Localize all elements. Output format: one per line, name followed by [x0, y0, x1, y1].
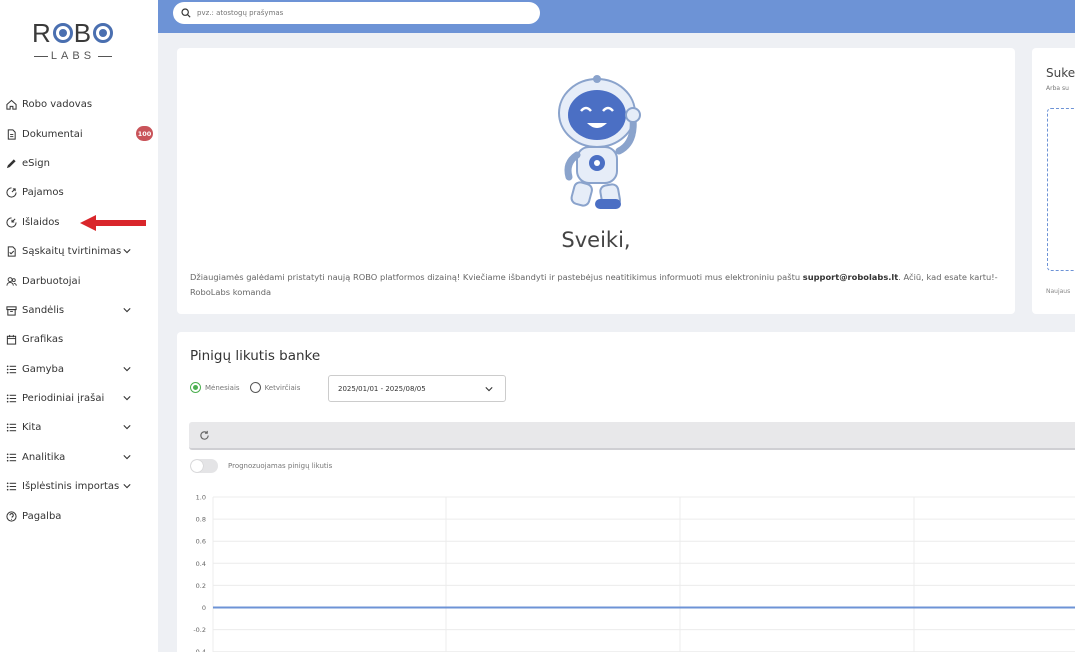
- chevron-down-icon[interactable]: [122, 305, 132, 315]
- sidebar-item-sandėlis[interactable]: Sandėlis: [0, 296, 158, 325]
- list-icon: [5, 451, 17, 463]
- sidebar-item-grafikas[interactable]: Grafikas: [0, 325, 158, 354]
- robot-mascot-illustration: [558, 75, 641, 209]
- sidebar-item-label: Gamyba: [22, 363, 65, 375]
- sidebar-item-periodiniai-įrašai[interactable]: Periodiniai įrašai: [0, 384, 158, 413]
- chevron-down-icon[interactable]: [122, 393, 132, 403]
- top-bar: [158, 0, 1075, 33]
- document-icon: [5, 128, 17, 140]
- y-tick-label: 1.0: [196, 494, 206, 502]
- sidebar-item-label: Sąskaitų tvirtinimas: [22, 246, 122, 258]
- robolabs-logo[interactable]: RB LABS: [28, 18, 118, 66]
- sidebar-item-esign[interactable]: eSign: [0, 149, 158, 178]
- date-range-value: 2025/01/01 - 2025/08/05: [338, 384, 426, 393]
- upload-dropzone[interactable]: [1047, 108, 1075, 271]
- income-icon: [5, 187, 17, 199]
- home-icon: [5, 99, 17, 111]
- sidebar-item-analitika[interactable]: Analitika: [0, 443, 158, 472]
- sidebar-item-gamyba[interactable]: Gamyba: [0, 355, 158, 384]
- refresh-icon[interactable]: [199, 430, 210, 441]
- upload-card: Suke Arba su Naujaus: [1032, 48, 1075, 314]
- sidebar-item-label: Darbuotojai: [22, 275, 81, 287]
- sidebar-item-label: Periodiniai įrašai: [22, 393, 105, 405]
- red-arrow-annotation: [80, 215, 146, 231]
- warehouse-icon: [5, 304, 17, 316]
- sidebar-item-label: Analitika: [22, 451, 66, 463]
- list-icon: [5, 422, 17, 434]
- expense-icon: [5, 216, 17, 228]
- calendar-icon: [5, 334, 17, 346]
- chevron-down-icon[interactable]: [122, 481, 132, 491]
- sidebar-item-label: Dokumentai: [22, 128, 83, 140]
- pen-icon: [5, 157, 17, 169]
- sidebar-item-label: eSign: [22, 157, 50, 169]
- forecast-toggle[interactable]: [190, 459, 218, 473]
- notification-badge: 100: [136, 126, 153, 142]
- sidebar-item-label: Kita: [22, 422, 42, 434]
- search-input[interactable]: [197, 9, 497, 17]
- sidebar-item-label: Išlaidos: [22, 216, 60, 228]
- sidebar-item-išplėstinis-importas[interactable]: Išplėstinis importas: [0, 472, 158, 501]
- y-tick-label: -0.4: [193, 648, 206, 652]
- sidebar-item-label: Sandėlis: [22, 304, 65, 316]
- y-tick-label: 0.8: [196, 516, 206, 524]
- welcome-text: Džiaugiamės galėdami pristatyti naują RO…: [190, 272, 998, 297]
- upload-card-subtitle: Arba su: [1046, 85, 1069, 92]
- y-tick-label: 0.2: [196, 582, 206, 590]
- sidebar-item-label: Išplėstinis importas: [22, 481, 120, 493]
- search-icon: [181, 8, 191, 18]
- radio-monthly[interactable]: Mėnesiais: [190, 382, 240, 393]
- list-icon: [5, 393, 17, 405]
- sidebar-item-kita[interactable]: Kita: [0, 413, 158, 442]
- welcome-title: Sveiki,: [561, 228, 631, 252]
- chevron-down-icon[interactable]: [122, 452, 132, 462]
- logo-sub: LABS: [50, 50, 96, 62]
- radio-quarterly[interactable]: Ketvirčiais: [249, 382, 300, 393]
- chevron-down-icon: [485, 387, 493, 392]
- forecast-toggle-row: Prognozuojamas pinigų likutis: [190, 459, 332, 473]
- sidebar-item-pajamos[interactable]: Pajamos: [0, 178, 158, 207]
- invoice-check-icon: [5, 246, 17, 258]
- users-icon: [5, 275, 17, 287]
- sidebar-nav: Robo vadovas Dokumentai 100 eSign Pajamos Išl…: [0, 90, 158, 531]
- sidebar-item-pagalba[interactable]: Pagalba: [0, 501, 158, 530]
- list-icon: [5, 481, 17, 493]
- y-tick-label: -0.2: [193, 626, 206, 634]
- support-email[interactable]: support@robolabs.lt: [803, 272, 899, 282]
- bank-balance-title: Pinigų likutis banke: [190, 348, 321, 364]
- y-tick-label: 0.4: [196, 560, 206, 568]
- sidebar-item-label: Grafikas: [22, 334, 64, 346]
- chart-toolbar: [189, 422, 1075, 450]
- y-tick-label: 0.6: [196, 538, 206, 546]
- upload-card-footer: Naujaus: [1046, 288, 1071, 295]
- search-box[interactable]: [173, 2, 540, 24]
- period-radio-group: Mėnesiais Ketvirčiais: [190, 382, 310, 393]
- bank-balance-chart: 1.0 0.8 0.6 0.4 0.2 0 -0.2 -0.4: [193, 494, 1075, 652]
- chevron-down-icon[interactable]: [122, 422, 132, 432]
- sidebar: RB LABS Robo vadovas Dokumentai 100 eSign Pa…: [0, 0, 158, 652]
- upload-card-title: Suke: [1046, 66, 1075, 80]
- sidebar-item-label: Robo vadovas: [22, 99, 93, 111]
- help-icon: [5, 510, 17, 522]
- sidebar-item-label: Pajamos: [22, 187, 64, 199]
- sidebar-item-dokumentai[interactable]: Dokumentai 100: [0, 119, 158, 148]
- bank-balance-card: Pinigų likutis banke Mėnesiais Ketvirčia…: [177, 332, 1075, 652]
- chevron-down-icon[interactable]: [122, 246, 132, 256]
- sidebar-item-robo-vadovas[interactable]: Robo vadovas: [0, 90, 158, 119]
- sidebar-item-sąskaitų-tvirtinimas[interactable]: Sąskaitų tvirtinimas: [0, 237, 158, 266]
- list-icon: [5, 363, 17, 375]
- welcome-card: Sveiki, Džiaugiamės galėdami pristatyti …: [177, 48, 1015, 314]
- forecast-toggle-label: Prognozuojamas pinigų likutis: [228, 462, 333, 470]
- chevron-down-icon[interactable]: [122, 364, 132, 374]
- y-tick-label: 0: [202, 604, 206, 612]
- sidebar-item-label: Pagalba: [22, 510, 62, 522]
- date-range-select[interactable]: 2025/01/01 - 2025/08/05: [328, 375, 506, 402]
- sidebar-item-darbuotojai[interactable]: Darbuotojai: [0, 266, 158, 295]
